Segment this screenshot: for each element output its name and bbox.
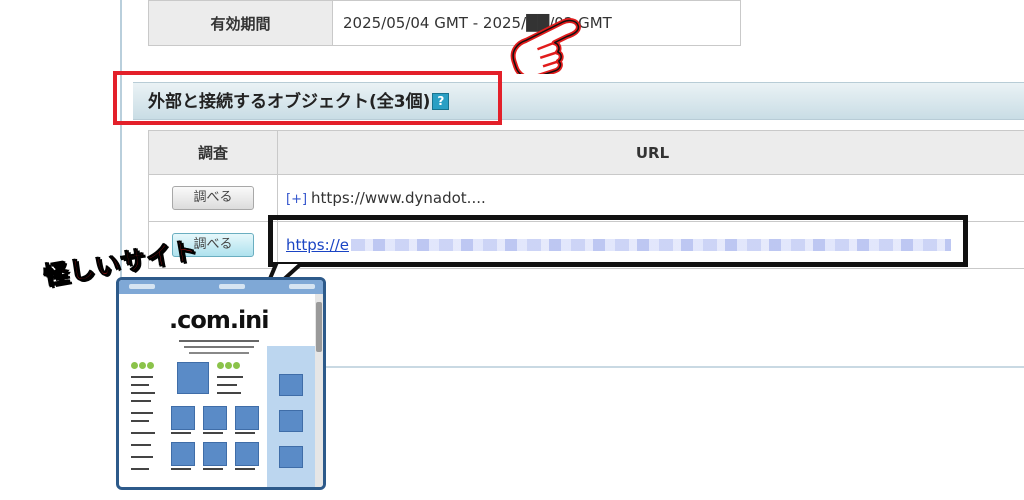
illustration-scrollbar	[315, 294, 323, 487]
investigate-button[interactable]: 調べる	[172, 186, 254, 210]
illustration-site-logo: .com.ini	[169, 306, 269, 334]
highlight-box-red	[113, 71, 502, 125]
website-illustration-icon: .com.ini	[116, 277, 326, 490]
url-text: https://www.dynadot....	[311, 189, 486, 207]
column-header-url: URL	[277, 130, 1024, 175]
pointing-hand-icon	[510, 18, 581, 74]
validity-label: 有効期間	[148, 0, 333, 46]
illustration-titlebar	[119, 280, 323, 294]
column-header-investigate: 調査	[148, 130, 278, 175]
expand-icon[interactable]: [+]	[286, 192, 307, 207]
highlight-box-black	[268, 215, 968, 267]
validity-table: 有効期間 2025/05/04 GMT - 2025/██/02 GMT	[148, 0, 741, 46]
table-header-row: 調査 URL	[148, 130, 1024, 175]
